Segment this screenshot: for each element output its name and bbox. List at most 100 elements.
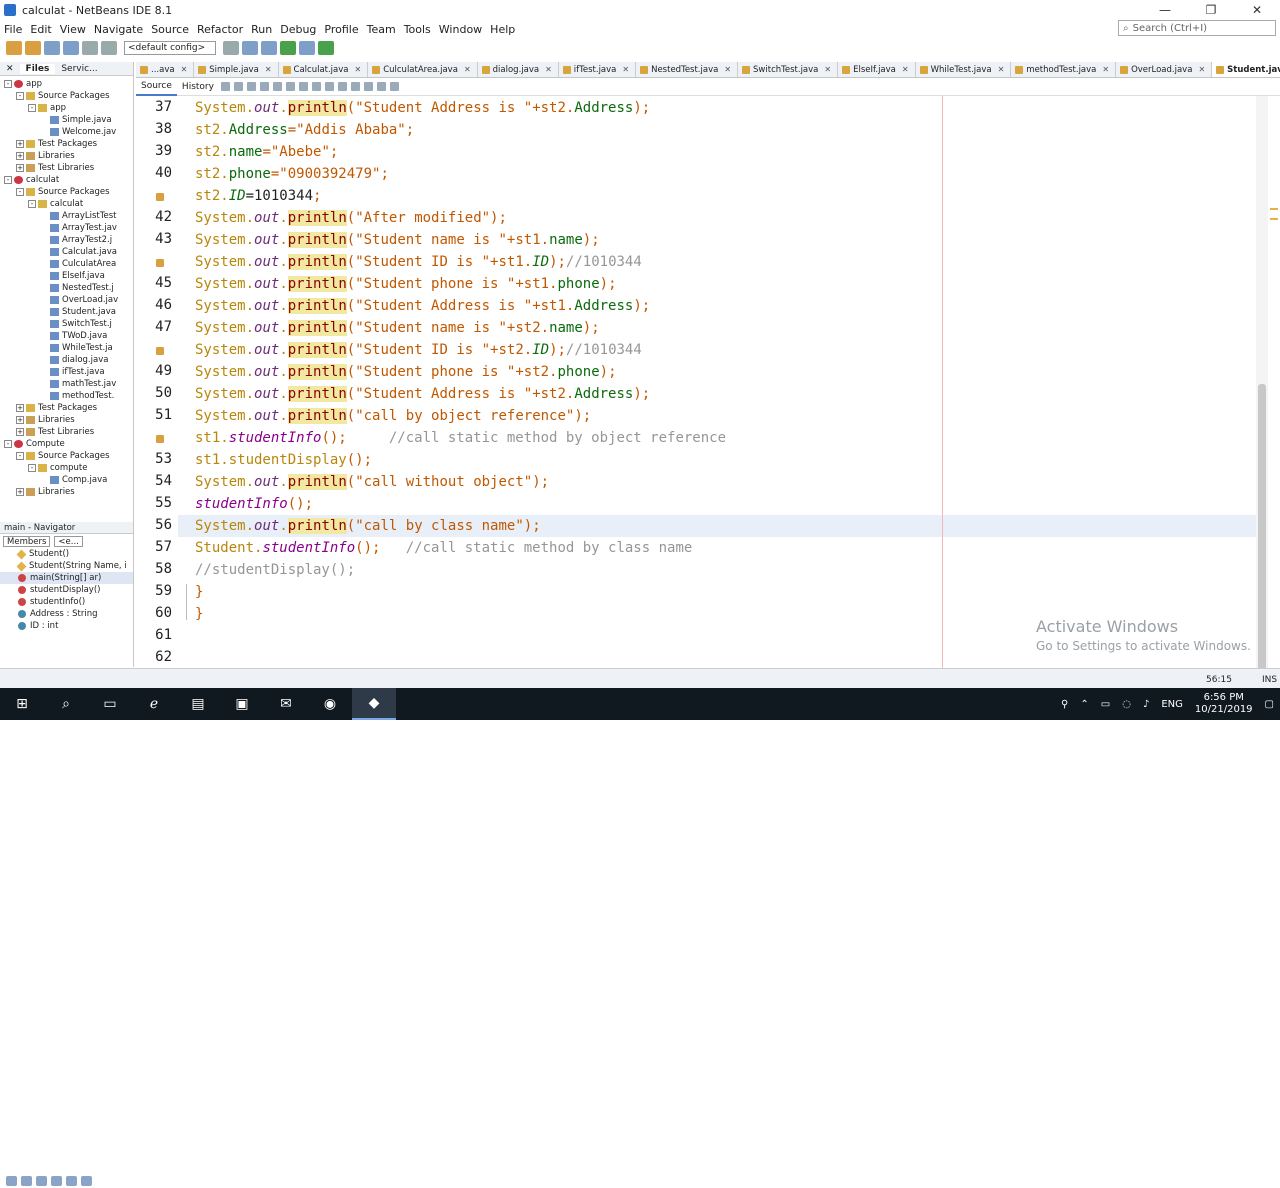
collapse-icon[interactable]: - (16, 188, 24, 196)
menu-file[interactable]: File (0, 23, 26, 36)
expand-icon[interactable]: + (16, 164, 24, 172)
tree-item[interactable]: - Source Packages (0, 450, 133, 462)
redo-icon[interactable] (101, 41, 117, 55)
navigator-item[interactable]: studentDisplay() (0, 584, 133, 596)
tree-item[interactable]: dialog.java (0, 354, 133, 366)
code-line[interactable]: System.out.println("Student Address is "… (178, 295, 1256, 317)
people-icon[interactable]: ⚲ (1055, 699, 1074, 710)
tree-item[interactable]: - app (0, 78, 133, 90)
tree-item[interactable]: TWoD.java (0, 330, 133, 342)
tree-item[interactable]: mathTest.jav (0, 378, 133, 390)
close-tab-icon[interactable]: ✕ (824, 65, 831, 74)
menu-view[interactable]: View (56, 23, 90, 36)
tree-item[interactable]: - Source Packages (0, 90, 133, 102)
tree-item[interactable]: + Test Libraries (0, 162, 133, 174)
network-icon[interactable]: ◌ (1116, 699, 1137, 710)
tree-item[interactable]: - Compute (0, 438, 133, 450)
editor-tab[interactable]: Student.java✕ (1212, 62, 1280, 77)
build-icon[interactable] (242, 41, 258, 55)
members-filter-2[interactable]: <e... (54, 535, 83, 547)
battery-icon[interactable]: ▭ (1095, 699, 1116, 710)
undo-icon[interactable] (82, 41, 98, 55)
editor-tab[interactable]: OverLoad.java ✕ (1116, 62, 1213, 77)
close-tab-icon[interactable]: ✕ (265, 65, 272, 74)
collapse-icon[interactable]: - (4, 440, 12, 448)
menu-help[interactable]: Help (486, 23, 519, 36)
navigator-item[interactable]: Student() (0, 548, 133, 560)
minimize-button[interactable]: — (1142, 0, 1188, 20)
menu-team[interactable]: Team (363, 23, 400, 36)
close-tab-icon[interactable]: ✕ (545, 65, 552, 74)
tab-source[interactable]: Source (136, 77, 177, 96)
menu-tools[interactable]: Tools (400, 23, 435, 36)
store-icon[interactable]: ▣ (220, 688, 264, 720)
members-filter[interactable]: Members (3, 535, 51, 547)
collapse-icon[interactable]: - (16, 452, 24, 460)
code-line[interactable]: Student.studentInfo(); //call static met… (178, 537, 1256, 559)
code-line[interactable]: st2.Address="Addis Ababa"; (178, 119, 1256, 141)
code-line[interactable]: System.out.println("Student Address is "… (178, 97, 1256, 119)
editor-scrollbar[interactable] (1256, 96, 1268, 674)
editor-tab[interactable]: Calculat.java ✕ (279, 62, 369, 77)
tree-item[interactable]: ElseIf.java (0, 270, 133, 282)
menu-debug[interactable]: Debug (276, 23, 320, 36)
editor-tab[interactable]: Simple.java ✕ (194, 62, 279, 77)
record-macro-icon[interactable] (350, 82, 360, 91)
code-line[interactable]: studentInfo(); (178, 493, 1256, 515)
code-line[interactable]: st2.ID=1010344; (178, 185, 1256, 207)
collapse-icon[interactable]: - (28, 200, 36, 208)
editor-tab[interactable]: WhileTest.java ✕ (916, 62, 1012, 77)
tab-files[interactable]: Files (19, 63, 56, 74)
tree-item[interactable]: Student.java (0, 306, 133, 318)
code-line[interactable]: System.out.println("Student Address is "… (178, 383, 1256, 405)
mail-icon[interactable]: ✉ (264, 688, 308, 720)
code-line[interactable]: System.out.println("call by class name")… (178, 515, 1256, 537)
close-tab-icon[interactable]: ✕ (724, 65, 731, 74)
code-line[interactable]: System.out.println("Student ID is "+st2.… (178, 339, 1256, 361)
collapse-icon[interactable]: - (16, 92, 24, 100)
close-tab-icon[interactable]: ✕ (1102, 65, 1109, 74)
menu-refactor[interactable]: Refactor (193, 23, 247, 36)
language-indicator[interactable]: ENG (1155, 699, 1189, 710)
code-line[interactable]: //studentDisplay(); (178, 559, 1256, 581)
navigator-item[interactable]: Student(String Name, i (0, 560, 133, 572)
debug-icon[interactable] (299, 41, 315, 55)
shift-right-icon[interactable] (337, 82, 347, 91)
code-line[interactable]: System.out.println("Student phone is "+s… (178, 273, 1256, 295)
globe-icon[interactable] (223, 41, 239, 55)
filter-icon[interactable] (66, 1176, 77, 1186)
file-explorer-icon[interactable]: ▤ (176, 688, 220, 720)
close-tab-icon[interactable]: ✕ (1198, 65, 1205, 74)
tree-item[interactable]: + Libraries (0, 486, 133, 498)
search-box[interactable]: ⌕ Search (Ctrl+I) (1118, 20, 1276, 36)
tree-item[interactable]: + Test Libraries (0, 426, 133, 438)
stripe-mark[interactable] (1270, 208, 1278, 210)
close-tab-icon[interactable]: ✕ (181, 65, 188, 74)
tree-item[interactable]: - Source Packages (0, 186, 133, 198)
tree-item[interactable]: Welcome.jav (0, 126, 133, 138)
tree-item[interactable]: NestedTest.j (0, 282, 133, 294)
maximize-button[interactable]: ❐ (1188, 0, 1234, 20)
navigator-item[interactable]: main(String[] ar) (0, 572, 133, 584)
menu-edit[interactable]: Edit (26, 23, 55, 36)
editor-tab[interactable]: CulculatArea.java ✕ (368, 62, 478, 77)
back-icon[interactable] (220, 82, 230, 91)
stop-macro-icon[interactable] (363, 82, 373, 91)
task-view-icon[interactable]: ▭ (88, 688, 132, 720)
code-line[interactable]: st1.studentInfo(); //call static method … (178, 427, 1256, 449)
tree-item[interactable]: methodTest. (0, 390, 133, 402)
new-project-icon[interactable] (25, 41, 41, 55)
tree-item[interactable]: SwitchTest.j (0, 318, 133, 330)
clean-build-icon[interactable] (261, 41, 277, 55)
editor-tab[interactable]: methodTest.java ✕ (1011, 62, 1117, 77)
code-line[interactable]: System.out.println("Student name is "+st… (178, 317, 1256, 339)
tree-item[interactable]: + Libraries (0, 150, 133, 162)
code-line[interactable]: System.out.println("call without object"… (178, 471, 1256, 493)
close-tab-icon[interactable]: ✕ (355, 65, 362, 74)
code-line[interactable]: System.out.println("call by object refer… (178, 405, 1256, 427)
volume-icon[interactable]: ♪ (1137, 699, 1155, 710)
close-tab-icon[interactable]: ✕ (622, 65, 629, 74)
tree-item[interactable]: Simple.java (0, 114, 133, 126)
menu-window[interactable]: Window (435, 23, 486, 36)
navigator-item[interactable]: studentInfo() (0, 596, 133, 608)
